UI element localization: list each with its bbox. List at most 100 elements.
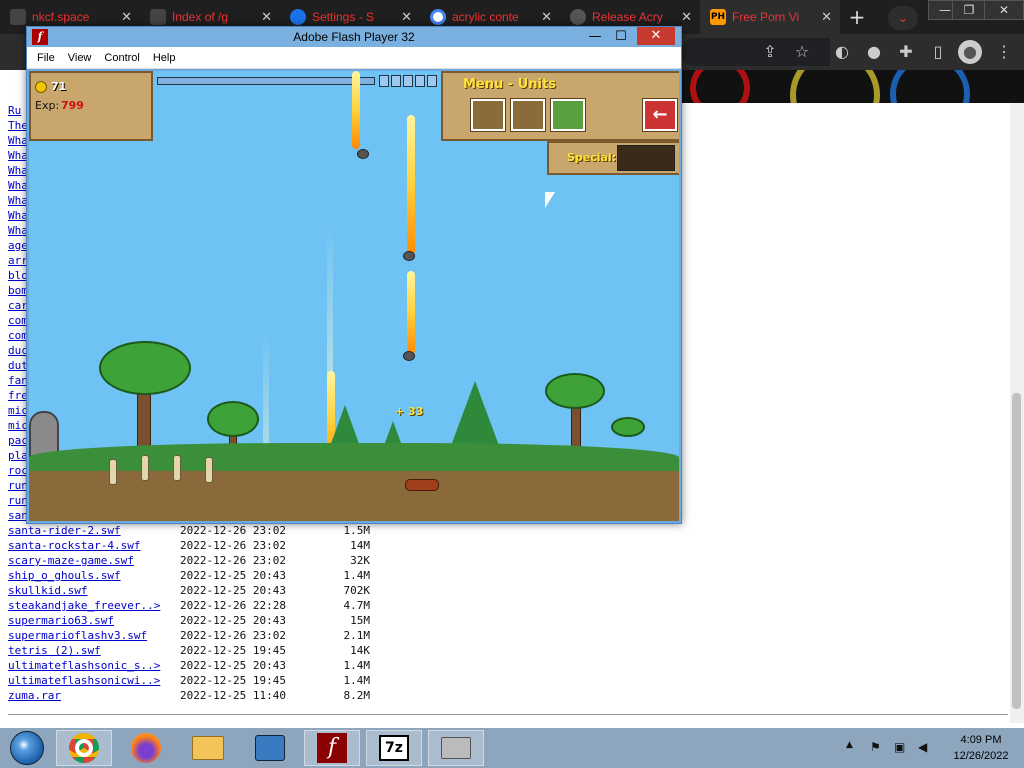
profile-icon[interactable]: ● <box>862 40 886 64</box>
share-icon[interactable]: ⇪ <box>758 40 782 64</box>
file-size: 2.1M <box>343 629 371 642</box>
new-tab-button[interactable]: + <box>840 0 874 34</box>
tree-canopy <box>207 401 259 437</box>
file-link[interactable]: supermario63.swf <box>8 613 180 628</box>
flash-close-button[interactable]: ✕ <box>637 27 675 45</box>
menu-help[interactable]: Help <box>153 52 176 64</box>
file-link[interactable]: ultimateflashsonic_s..> <box>8 658 180 673</box>
page-icon <box>150 9 166 25</box>
file-link[interactable]: tetris (2).swf <box>8 643 180 658</box>
file-link[interactable]: ship_o_ghouls.swf <box>8 568 180 583</box>
file-size: 32K <box>350 554 370 567</box>
extension-icon[interactable]: ◐ <box>830 40 854 64</box>
tab-close-icon[interactable]: ✕ <box>121 10 132 25</box>
menu-file[interactable]: File <box>37 52 55 64</box>
file-size: 1.4M <box>343 659 371 672</box>
tree-canopy <box>611 417 645 437</box>
pine-tree <box>449 381 501 451</box>
menu-view[interactable]: View <box>68 52 92 64</box>
star-icon[interactable]: ☆ <box>790 40 814 64</box>
meteor-rock <box>403 351 415 361</box>
file-size: 4.7M <box>343 599 371 612</box>
special-panel: Special: <box>547 141 679 175</box>
globe-icon <box>10 9 26 25</box>
meteor-flame <box>407 271 415 355</box>
meteor-rock <box>403 251 415 261</box>
file-date: 2022-12-26 22:28 <box>180 599 286 612</box>
network-tray-icon[interactable]: ▣ <box>894 740 905 754</box>
7zip-icon[interactable]: 7z <box>366 730 422 766</box>
scrollbar[interactable] <box>1010 103 1024 723</box>
flash-icon[interactable]: f <box>304 730 360 766</box>
file-link[interactable]: zuma.rar <box>8 688 180 703</box>
unit-dino-button[interactable] <box>550 98 586 132</box>
file-size: 1.5M <box>343 524 371 537</box>
flash-menu-bar: File View Control Help <box>27 47 681 69</box>
tab-close-icon[interactable]: ✕ <box>261 10 272 25</box>
flash-title-bar[interactable]: f Adobe Flash Player 32 — ☐ ✕ <box>27 27 681 47</box>
caveman-unit <box>205 457 213 483</box>
start-orb-icon[interactable] <box>0 730 54 766</box>
volume-icon[interactable]: ◀ <box>918 740 927 754</box>
caveman-unit <box>141 455 149 481</box>
tray-overflow-icon[interactable]: ▲ <box>846 740 853 750</box>
sidepanel-icon[interactable]: ▯ <box>926 40 950 64</box>
list-item: ultimateflashsonic_s..> 2022-12-25 20:43 1… <box>8 658 370 673</box>
file-link[interactable]: santa-rockstar-4.swf <box>8 538 180 553</box>
file-link[interactable]: supermarioflashv3.swf <box>8 628 180 643</box>
tab-close-icon[interactable]: ✕ <box>541 10 552 25</box>
file-link[interactable]: skullkid.swf <box>8 583 180 598</box>
divider <box>8 714 1008 715</box>
tab-title: Index of /g <box>172 10 229 24</box>
list-item: ultimateflashsonicwi..> 2022-12-25 19:45 1… <box>8 673 370 688</box>
account-icon[interactable]: ● <box>958 40 982 64</box>
exp-value: 799 <box>61 99 84 112</box>
file-size: 14M <box>350 539 370 552</box>
special-label: Special: <box>567 151 617 164</box>
close-button[interactable]: ✕ <box>984 0 1024 20</box>
flash-maximize-button[interactable]: ☐ <box>607 27 635 47</box>
file-link[interactable]: scary-maze-game.swf <box>8 553 180 568</box>
menu-control[interactable]: Control <box>104 52 139 64</box>
drive-icon[interactable] <box>428 730 484 766</box>
special-ability-button[interactable] <box>617 145 675 171</box>
puzzle-icon[interactable]: ✚ <box>894 40 918 64</box>
system-clock[interactable]: 4:09 PM 12/26/2022 <box>945 732 1017 764</box>
explorer-icon[interactable] <box>180 730 236 766</box>
network-icon[interactable] <box>242 730 298 766</box>
tab-close-icon[interactable]: ✕ <box>821 10 832 25</box>
game-canvas[interactable]: 71 Exp: 799 Menu - Units ← Special: + 33 <box>29 71 679 521</box>
tab-search-button[interactable]: ⌄ <box>888 6 918 30</box>
scrollbar-thumb[interactable] <box>1012 393 1021 709</box>
file-size: 14K <box>350 644 370 657</box>
tab-close-icon[interactable]: ✕ <box>401 10 412 25</box>
list-item: supermario63.swf 2022-12-25 20:43 15M <box>8 613 370 628</box>
ground <box>29 471 679 521</box>
unit-slingshot-button[interactable] <box>510 98 546 132</box>
restore-button[interactable]: ❐ <box>952 0 986 20</box>
coin-icon <box>35 81 47 93</box>
tab-active[interactable]: PH Free Porn Vi ✕ <box>700 0 840 34</box>
tab-close-icon[interactable]: ✕ <box>681 10 692 25</box>
file-date: 2022-12-25 20:43 <box>180 584 286 597</box>
exp-label: Exp: <box>35 99 60 112</box>
tree-canopy <box>545 373 605 409</box>
flag-icon[interactable]: ⚑ <box>870 740 881 754</box>
caveman-unit <box>109 459 117 485</box>
file-link[interactable]: santa-rider-2.swf <box>8 523 180 538</box>
back-arrow-button[interactable]: ← <box>642 98 678 132</box>
file-date: 2022-12-26 23:02 <box>180 629 286 642</box>
file-link[interactable]: steakandjake_freever..> <box>8 598 180 613</box>
flash-minimize-button[interactable]: — <box>581 27 609 47</box>
menu-icon[interactable]: ⋮ <box>992 40 1016 64</box>
menu-title: Menu - Units <box>463 77 556 92</box>
file-size: 1.4M <box>343 674 371 687</box>
firefox-icon[interactable] <box>118 730 174 766</box>
unit-clubman-button[interactable] <box>470 98 506 132</box>
file-date: 2022-12-26 23:02 <box>180 554 286 567</box>
units-menu-panel: Menu - Units ← <box>441 71 679 141</box>
file-link[interactable]: ultimateflashsonicwi..> <box>8 673 180 688</box>
file-date: 2022-12-25 19:45 <box>180 674 286 687</box>
chrome-icon[interactable] <box>56 730 112 766</box>
file-date: 2022-12-26 23:02 <box>180 539 286 552</box>
